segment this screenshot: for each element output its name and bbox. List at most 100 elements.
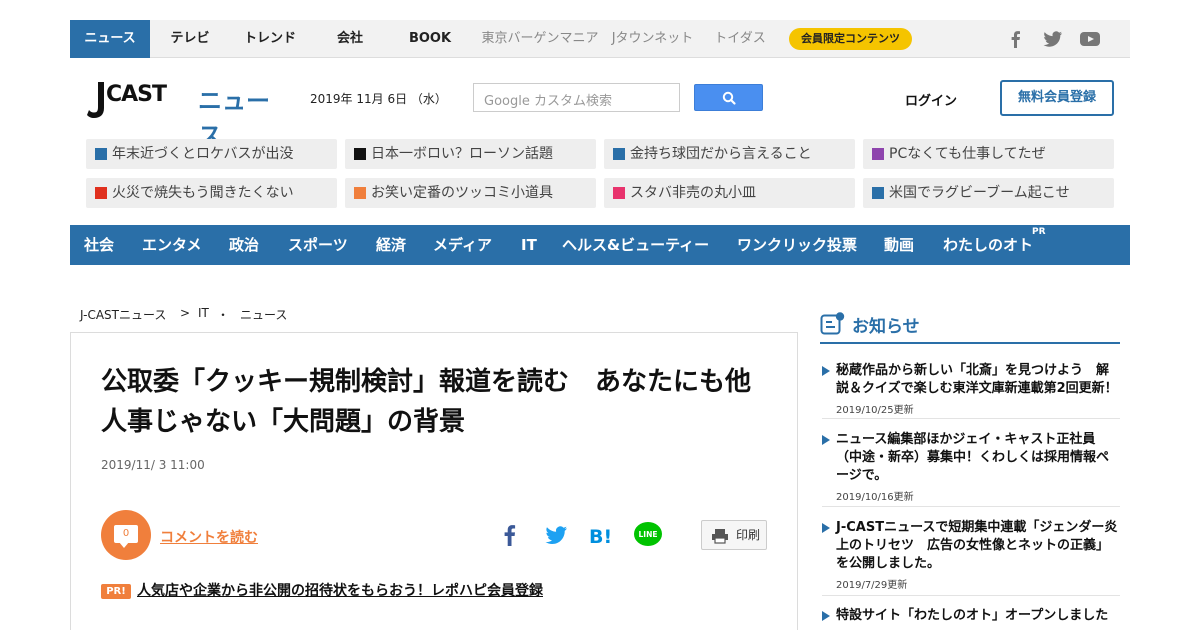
notice-item[interactable]: 特設サイト「わたしのオト」オープンしました (822, 607, 1120, 625)
trending-color-square (613, 187, 625, 199)
breadcrumb-separator: > (180, 306, 191, 320)
notice-item[interactable]: J-CASTニュースで短期集中連載「ジェンダー炎上のトリセツ 広告の女性像とネッ… (822, 519, 1120, 591)
twitter-icon[interactable] (1042, 29, 1064, 49)
topnav-company[interactable]: 会社 (310, 20, 390, 58)
print-label: 印刷 (736, 528, 761, 542)
notice-text: 秘蔵作品から新しい「北斎」を見つけよう 解説＆クイズで楽しむ東洋文庫新連載第2回… (836, 363, 1118, 396)
notice-title: お知らせ (852, 317, 920, 337)
article-title: 公取委「クッキー規制検討」報道を読む あなたにも他人事じゃない「大問題」の背景 (101, 367, 752, 437)
notice-item[interactable]: 秘蔵作品から新しい「北斎」を見つけよう 解説＆クイズで楽しむ東洋文庫新連載第2回… (822, 362, 1120, 416)
pr-tag: PR! (101, 584, 131, 599)
category-entertainment[interactable]: エンタメ (142, 225, 202, 265)
trending-item[interactable]: スタバ非売の丸小皿 (604, 178, 855, 208)
arrow-right-icon (822, 435, 830, 445)
breadcrumb-section[interactable]: IT (198, 306, 209, 320)
search-icon (722, 91, 736, 105)
notice-text: 特設サイト「わたしのオト」オープンしました (836, 608, 1109, 623)
trending-color-square (872, 148, 884, 160)
trending-label: 火災で焼失もう聞きたくない (112, 185, 294, 201)
arrow-right-icon (822, 611, 830, 621)
notice-section-header: お知らせ (820, 310, 1120, 344)
trending-item[interactable]: 年末近づくとロケバスが出没 (86, 139, 337, 169)
trending-label: PCなくても仕事してたぜ (889, 146, 1046, 162)
trending-label: 金持ち球団だから言えること (630, 146, 812, 162)
topnav-toidas[interactable]: トイダス (705, 20, 775, 58)
notice-date: 2019/10/16更新 (836, 492, 914, 503)
category-nav: 社会 エンタメ 政治 スポーツ 経済 メディア IT ヘルス&ビューティー ワン… (70, 225, 1130, 265)
notice-text: J-CASTニュースで短期集中連載「ジェンダー炎上のトリセツ 広告の女性像とネッ… (836, 520, 1118, 571)
printer-icon (712, 529, 728, 544)
register-button[interactable]: 無料会員登録 (1000, 80, 1114, 116)
notice-date: 2019/7/29更新 (836, 580, 908, 591)
arrow-right-icon (822, 523, 830, 533)
site-logo[interactable]: CAST ニュース (86, 80, 286, 150)
print-button[interactable]: 印刷 (701, 520, 767, 550)
topnav-jtown[interactable]: Jタウンネット (605, 20, 700, 58)
search-input[interactable]: Google カスタム検索 (473, 83, 680, 112)
breadcrumb-sub[interactable]: ニュース (240, 306, 287, 323)
breadcrumb-home[interactable]: J-CASTニュース (80, 306, 166, 323)
trending-color-square (354, 187, 366, 199)
category-one-click-vote[interactable]: ワンクリック投票 (737, 225, 857, 265)
svg-text:LINE: LINE (639, 530, 658, 539)
arrow-right-icon (822, 366, 830, 376)
trending-label: お笑い定番のツッコミ小道具 (371, 185, 553, 201)
pr-link[interactable]: 人気店や企業から非公開の招待状をもらおう！レポハピ会員登録 (137, 580, 543, 600)
trending-item[interactable]: 米国でラグビーブーム起こせ (863, 178, 1114, 208)
article-date: 2019/11/ 3 11:00 (101, 458, 205, 472)
topnav-trend[interactable]: トレンド (230, 20, 310, 58)
notice-text: ニュース編集部ほかジェイ・キャスト正社員（中途・新卒）募集中！くわしくは採用情報… (836, 432, 1110, 483)
category-it[interactable]: IT (521, 225, 537, 265)
trending-item[interactable]: 金持ち球団だから言えること (604, 139, 855, 169)
trending-item[interactable]: 火災で焼失もう聞きたくない (86, 178, 337, 208)
category-video[interactable]: 動画 (884, 225, 914, 265)
members-only-badge[interactable]: 会員限定コンテンツ (789, 28, 912, 50)
trending-item[interactable]: 日本一ボロい？ローソン話題 (345, 139, 596, 169)
notice-icon (820, 312, 845, 335)
top-nav: ニュース テレビ トレンド 会社 BOOK 東京バーゲンマニア Jタウンネット … (70, 20, 1130, 58)
trending-label: 年末近づくとロケバスが出没 (112, 146, 294, 162)
category-society[interactable]: 社会 (84, 225, 114, 265)
logo-cast-text: CAST (106, 82, 167, 107)
trending-label: スタバ非売の丸小皿 (630, 185, 756, 201)
trending-color-square (613, 148, 625, 160)
topnav-tv[interactable]: テレビ (150, 20, 230, 58)
trending-item[interactable]: PCなくても仕事してたぜ (863, 139, 1114, 169)
topnav-book[interactable]: BOOK (390, 20, 470, 58)
category-politics[interactable]: 政治 (229, 225, 259, 265)
trending-label: 日本一ボロい？ローソン話題 (371, 146, 553, 162)
current-date: 2019年 11月 6日 （水） (310, 92, 447, 106)
category-sports[interactable]: スポーツ (288, 225, 348, 265)
read-comments-link[interactable]: コメントを読む (160, 527, 258, 547)
comment-count: 0 (114, 525, 138, 543)
category-economy[interactable]: 経済 (376, 225, 406, 265)
logo-j-mark (87, 82, 104, 118)
category-media[interactable]: メディア (433, 225, 492, 265)
trending-color-square (354, 148, 366, 160)
notice-date: 2019/10/25更新 (836, 405, 914, 416)
facebook-share-icon[interactable] (495, 520, 525, 550)
twitter-share-icon[interactable] (541, 520, 571, 550)
speech-bubble-tail-icon (119, 542, 129, 548)
divider (822, 418, 1120, 419)
hatena-bookmark-icon[interactable]: B! (587, 520, 617, 550)
trending-label: 米国でラグビーブーム起こせ (889, 185, 1070, 201)
search-button[interactable] (694, 84, 763, 111)
trending-color-square (872, 187, 884, 199)
trending-color-square (95, 187, 107, 199)
category-health-beauty[interactable]: ヘルス&ビューティー (562, 225, 709, 265)
facebook-icon[interactable] (1005, 29, 1027, 49)
category-pr-label: PR (1032, 227, 1046, 237)
youtube-icon[interactable] (1079, 29, 1101, 49)
divider (822, 506, 1120, 507)
comment-count-bubble[interactable]: 0 (101, 510, 151, 560)
line-share-icon[interactable]: LINE (633, 520, 663, 550)
notice-item[interactable]: ニュース編集部ほかジェイ・キャスト正社員（中途・新卒）募集中！くわしくは採用情報… (822, 431, 1120, 503)
trending-item[interactable]: お笑い定番のツッコミ小道具 (345, 178, 596, 208)
login-link[interactable]: ログイン (905, 90, 957, 109)
svg-text:B!: B! (589, 526, 612, 548)
divider (822, 595, 1120, 596)
topnav-news[interactable]: ニュース (70, 20, 150, 58)
category-watashi-no-oto[interactable]: わたしのオト (943, 225, 1033, 265)
topnav-bargain[interactable]: 東京バーゲンマニア (475, 20, 605, 58)
